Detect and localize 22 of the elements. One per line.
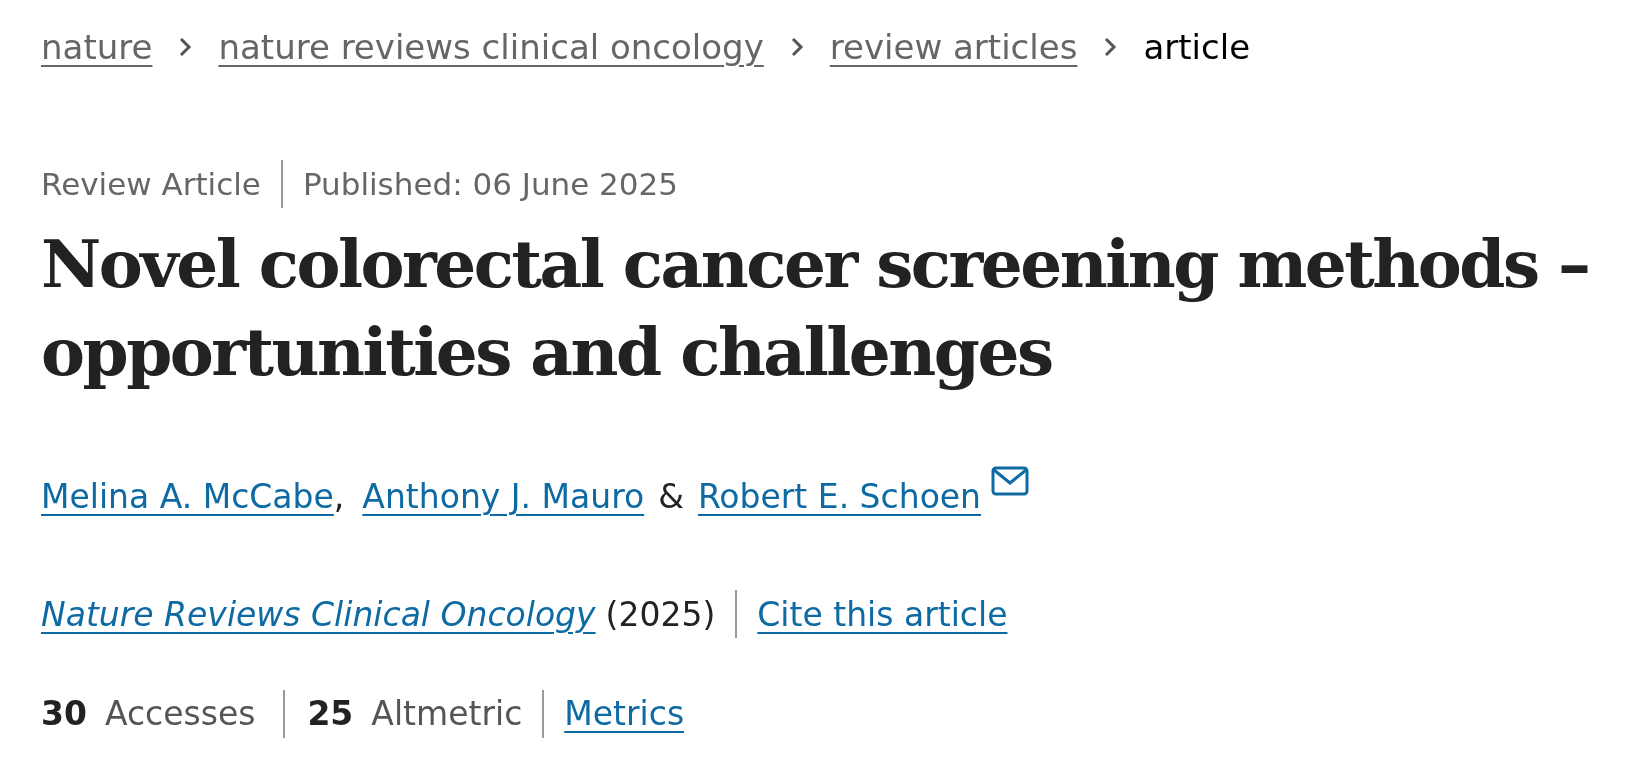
metric-stat: 30 Accesses	[41, 693, 256, 735]
chevron-icon	[789, 36, 804, 58]
chevron-icon	[1103, 36, 1118, 58]
author-separator: &	[658, 476, 684, 518]
author-separator: ,	[333, 476, 345, 518]
cite-link[interactable]: Cite this article	[757, 589, 1008, 639]
mail-icon[interactable]	[991, 466, 1030, 496]
breadcrumb-link[interactable]: nature	[41, 21, 153, 73]
breadcrumb-link[interactable]: review articles	[829, 21, 1078, 73]
chevron-icon	[178, 36, 193, 58]
metrics-link[interactable]: Metrics	[564, 689, 685, 739]
publication-year: (2025)	[605, 593, 716, 636]
article-title: Novel colorectal cancer screening methods – opportunities and challenges	[41, 224, 1590, 393]
article-type: Review Article	[41, 164, 261, 204]
metric-stat: 25 Altmetric	[307, 693, 523, 735]
publish-date: Published: 06 June 2025	[302, 164, 678, 204]
breadcrumb-link[interactable]: nature reviews clinical oncology	[218, 21, 764, 73]
author-link[interactable]: Melina A. McCabe	[41, 472, 334, 522]
author-link[interactable]: Anthony J. Mauro	[362, 472, 645, 522]
journal-link[interactable]: Nature Reviews Clinical Oncology	[41, 589, 596, 639]
breadcrumb-current: article	[1143, 25, 1251, 69]
author-link[interactable]: Robert E. Schoen	[697, 472, 982, 522]
